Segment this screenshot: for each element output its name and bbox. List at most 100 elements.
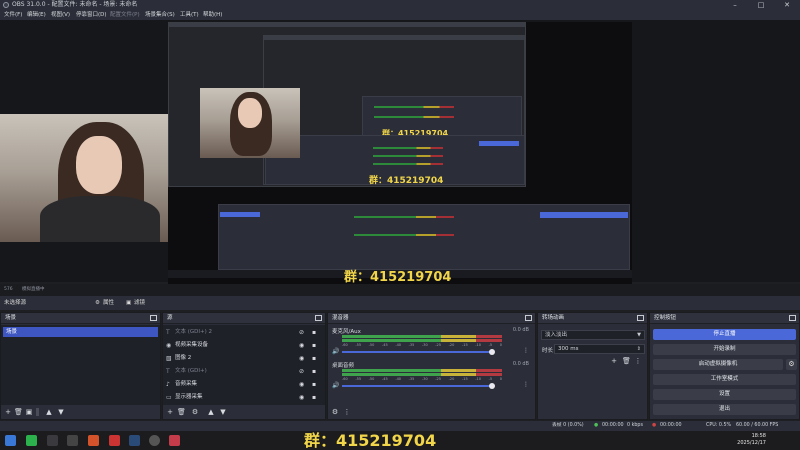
trash-icon[interactable]: 🗑 [14, 408, 23, 416]
chevron-down-icon: ▼ [637, 332, 641, 338]
scenes-dock: 场景 场景 + 🗑 ▣ ▲ ▼ [0, 312, 161, 420]
menu-tools[interactable]: 工具(T) [180, 10, 199, 20]
volume-slider[interactable] [342, 383, 495, 389]
maximize-button[interactable]: □ [748, 0, 774, 10]
menu-file[interactable]: 文件(F) [4, 10, 22, 20]
menu-view[interactable]: 视图(V) [51, 10, 70, 20]
studio-mode-button[interactable]: 工作室模式 [653, 374, 796, 385]
eye-icon[interactable]: ◉ [299, 355, 307, 362]
start-virtual-camera-button[interactable]: 启动虚拟摄像机 [653, 359, 783, 370]
source-item[interactable]: T 文本 (GDI+) ⊘ ▪ [163, 365, 325, 378]
channel-db: 0.0 dB [512, 327, 529, 333]
move-up-button[interactable]: ▲ [207, 408, 215, 416]
preview-canvas[interactable]: 群：415219704 群：415219704 群：415219704 [168, 22, 632, 284]
undock-icon[interactable] [789, 315, 796, 321]
add-scene-button[interactable]: + [4, 408, 12, 416]
undock-icon[interactable] [315, 315, 322, 321]
filter-icon[interactable]: ▣ [25, 408, 33, 416]
app-icon[interactable] [169, 435, 180, 446]
gear-icon[interactable]: ⋮ [523, 381, 529, 388]
add-source-button[interactable]: + [166, 408, 174, 416]
gear-icon[interactable]: ⚙ [786, 359, 797, 370]
menu-edit[interactable]: 编辑(E) [27, 10, 46, 20]
lock-icon[interactable]: ▪ [312, 329, 319, 336]
menu-docks[interactable]: 停靠窗口(D) [76, 10, 107, 20]
steam-icon[interactable] [129, 435, 140, 446]
filter-icon[interactable]: ▣ [126, 296, 131, 310]
divider [36, 408, 39, 416]
window-title: OBS 31.0.0 - 配置文件: 未命名 - 场景: 未命名 [12, 1, 138, 8]
slider-handle[interactable] [489, 349, 495, 355]
trash-icon[interactable]: 🗑 [622, 357, 631, 365]
transition-select[interactable]: 淡入淡出 ▼ [541, 330, 645, 340]
app-icon[interactable] [47, 435, 58, 446]
volume-slider[interactable] [342, 349, 495, 355]
undock-icon[interactable] [150, 315, 157, 321]
gear-icon[interactable]: ⋮ [523, 347, 529, 354]
add-transition-button[interactable]: + [610, 357, 618, 365]
move-up-button[interactable]: ▲ [45, 408, 53, 416]
app-icon[interactable] [109, 435, 120, 446]
gear-icon[interactable]: ⚙ [331, 408, 339, 416]
eye-icon[interactable]: ◉ [299, 394, 307, 401]
vu-meter [342, 369, 502, 372]
lock-icon[interactable]: ▪ [312, 394, 319, 401]
rec-time: 00:00:00 [660, 423, 682, 428]
windows-start-icon[interactable] [5, 435, 16, 446]
meter-ticks: -60 -55 -50 -45 -40 -35 -30 -25 -20 -15 -10 -5 0 [342, 377, 502, 381]
eye-icon[interactable]: ◉ [299, 342, 307, 349]
app-icon[interactable] [26, 435, 37, 446]
channel-db: 0.0 dB [512, 361, 529, 367]
source-item[interactable]: T 文本 (GDI+) 2 ⊘ ▪ [163, 326, 325, 339]
filters-button[interactable]: 滤镜 [134, 296, 145, 310]
lock-icon[interactable]: ▪ [312, 368, 319, 375]
speaker-icon[interactable]: 🔊 [332, 382, 339, 389]
more-icon[interactable]: ⋮ [343, 408, 351, 416]
taskbar: 群：415219704 18:58 2025/12/17 [0, 431, 800, 450]
speaker-icon[interactable]: 🔊 [332, 348, 339, 355]
channel-name: 桌面音频 [332, 363, 355, 369]
text-icon: T [166, 368, 170, 375]
eye-icon[interactable]: ◉ [299, 381, 307, 388]
controls-dock-header: 控制按钮 [650, 313, 799, 324]
source-item[interactable]: ▧ 图像 2 ◉ ▪ [163, 352, 325, 365]
exit-button[interactable]: 退出 [653, 404, 796, 415]
trash-icon[interactable]: 🗑 [177, 408, 186, 416]
scene-item[interactable]: 场景 [3, 327, 158, 337]
canvas-overlay-text: 群：415219704 [344, 270, 452, 284]
undock-icon[interactable] [525, 315, 532, 321]
close-button[interactable]: ✕ [774, 0, 800, 10]
slider-handle[interactable] [489, 383, 495, 389]
settings-button[interactable]: 设置 [653, 389, 796, 400]
lock-icon[interactable]: ▪ [312, 342, 319, 349]
duration-input[interactable]: 300 ms ⇕ [554, 344, 645, 354]
obs-taskbar-icon[interactable] [149, 435, 160, 446]
move-down-button[interactable]: ▼ [219, 408, 227, 416]
gear-icon[interactable]: ⚙ [95, 296, 100, 310]
minimize-button[interactable]: – [722, 0, 748, 10]
eye-hidden-icon[interactable]: ⊘ [299, 368, 307, 375]
app-icon[interactable] [67, 435, 78, 446]
lock-icon[interactable]: ▪ [312, 381, 319, 388]
source-item[interactable]: ▭ 显示器采集 ◉ ▪ [163, 391, 325, 404]
source-item[interactable]: ◉ 视频采集设备 ◉ ▪ [163, 339, 325, 352]
stop-streaming-button[interactable]: 停止直播 [653, 329, 796, 340]
meter-ticks: -60 -55 -50 -45 -40 -35 -30 -25 -20 -15 -10 -5 0 [342, 343, 502, 347]
eye-hidden-icon[interactable]: ⊘ [299, 329, 307, 336]
menu-profile[interactable]: 配置文件(P) [110, 10, 140, 20]
preview-status-strip: 576 模拟直播中 [0, 284, 800, 296]
bitrate: 0 kbps [627, 423, 643, 428]
menu-scene-collection[interactable]: 场景集合(S) [145, 10, 175, 20]
app-icon[interactable] [88, 435, 99, 446]
mixer-dock-footer: ⚙ ⋮ [328, 405, 535, 419]
undock-icon[interactable] [637, 315, 644, 321]
more-icon[interactable]: ⋮ [634, 357, 642, 365]
gear-icon[interactable]: ⚙ [191, 408, 199, 416]
lock-icon[interactable]: ▪ [312, 355, 319, 362]
source-item[interactable]: ♪ 音频采集 ◉ ▪ [163, 378, 325, 391]
start-recording-button[interactable]: 开始录制 [653, 344, 796, 355]
move-down-button[interactable]: ▼ [57, 408, 65, 416]
menu-help[interactable]: 帮助(H) [203, 10, 222, 20]
vu-meter [342, 373, 502, 376]
properties-button[interactable]: 属性 [103, 296, 114, 310]
